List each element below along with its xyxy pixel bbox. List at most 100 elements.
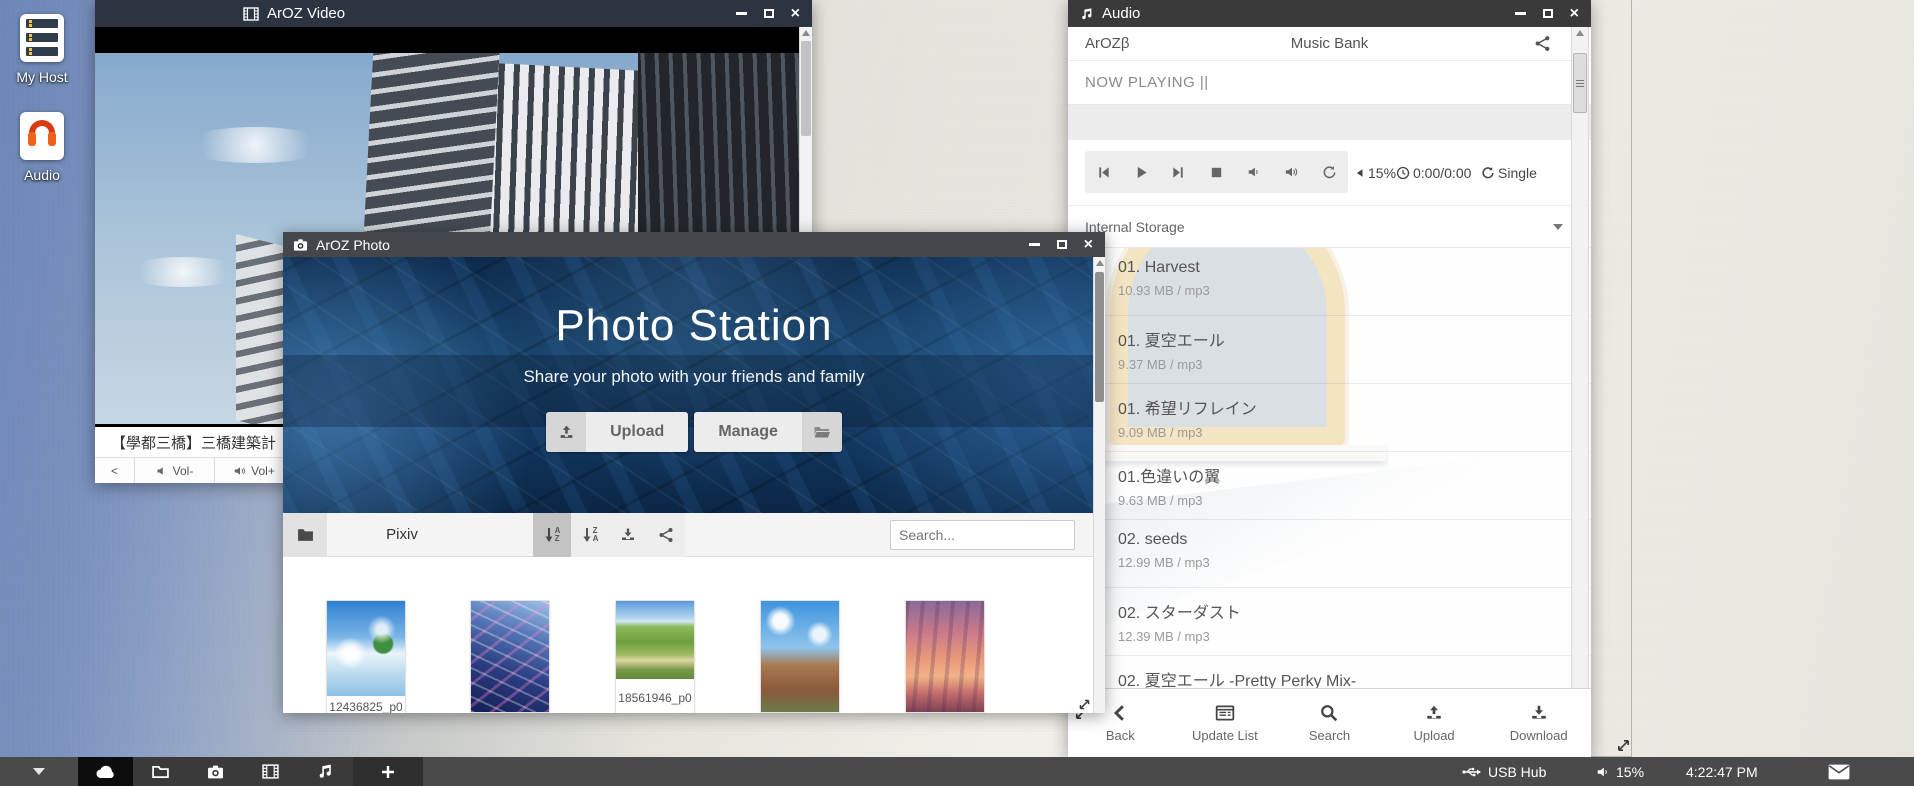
repeat-button[interactable] — [1310, 151, 1348, 193]
close-icon[interactable]: × — [791, 6, 800, 22]
page-title: Music Bank — [1068, 35, 1591, 52]
track-item[interactable]: 01. 夏空エール 9.37 MB / mp3 — [1068, 316, 1591, 384]
upload-button[interactable]: Upload — [1382, 689, 1487, 757]
desktop-icon-label: Audio — [6, 167, 78, 183]
taskbar-photo-button[interactable] — [188, 757, 243, 786]
manage-button[interactable]: Manage — [694, 412, 842, 452]
minimize-button[interactable] — [1029, 243, 1040, 246]
close-icon[interactable]: × — [1084, 237, 1093, 253]
music-note-icon — [317, 763, 334, 780]
track-item[interactable]: 01. Harvest 10.93 MB / mp3 — [1068, 248, 1591, 316]
share-button[interactable] — [647, 513, 685, 557]
video-back-button[interactable]: < — [95, 458, 135, 483]
scrollbar-thumb[interactable] — [1095, 272, 1104, 402]
desktop-icon-audio[interactable]: Audio — [6, 112, 78, 183]
sort-za-button[interactable]: ZA — [571, 513, 609, 557]
track-item[interactable]: 02. 夏空エール -Pretty Perky Mix- — [1068, 656, 1591, 688]
download-icon — [1530, 704, 1548, 722]
film-icon — [243, 6, 259, 22]
back-chevron: < — [111, 464, 118, 478]
search-input[interactable] — [891, 527, 1088, 543]
scroll-up-arrow[interactable] — [1096, 260, 1104, 266]
download-button[interactable] — [609, 513, 647, 557]
photo-thumbnail[interactable] — [760, 600, 840, 713]
track-item[interactable]: 02. スターダスト 12.39 MB / mp3 — [1068, 588, 1591, 656]
track-item[interactable]: 02. seeds 12.99 MB / mp3 — [1068, 520, 1591, 588]
audio-window-body: Audio × ArOZβ Music Bank NOW PLAYING || — [1068, 0, 1591, 757]
list-icon — [1215, 704, 1235, 722]
playback-controls: 15% 0:00/0:00 Single — [1068, 140, 1591, 205]
folder-icon — [151, 764, 170, 780]
minimize-button[interactable] — [1515, 12, 1526, 15]
storage-dropdown[interactable]: Internal Storage — [1068, 205, 1591, 248]
taskbar-video-button[interactable] — [243, 757, 298, 786]
now-playing-bar: NOW PLAYING || — [1068, 61, 1591, 105]
audio-window-titlebar[interactable]: Audio × — [1068, 0, 1591, 27]
sort-az-button[interactable]: AZ — [533, 513, 571, 557]
resize-handle[interactable] — [1616, 738, 1631, 753]
taskbar-files-button[interactable] — [133, 757, 188, 786]
speaker-low-icon — [1247, 165, 1261, 179]
volume-tray-item[interactable]: 15% — [1596, 757, 1644, 786]
taskbar-add-button[interactable] — [353, 757, 423, 786]
photo-thumbnail[interactable] — [470, 600, 550, 713]
speaker-triangle-icon — [1355, 168, 1365, 178]
play-button[interactable] — [1123, 151, 1161, 193]
usb-icon — [1462, 765, 1482, 779]
update-list-button[interactable]: Update List — [1173, 689, 1278, 757]
search-button[interactable]: Search — [1277, 689, 1382, 757]
launcher-segment — [78, 757, 423, 786]
photo-thumbnail[interactable]: 12436825_p0 — [326, 600, 406, 713]
share-icon[interactable] — [1534, 35, 1551, 52]
audio-window: Audio × ArOZβ Music Bank NOW PLAYING || — [1068, 0, 1632, 757]
volume-up-button[interactable] — [1273, 151, 1311, 193]
play-mode[interactable]: Single — [1481, 140, 1537, 205]
photo-thumbnail[interactable]: 18561946_p0 — [615, 600, 695, 713]
stop-button[interactable] — [1198, 151, 1236, 193]
photo-thumbnail[interactable] — [905, 600, 985, 713]
resize-handle[interactable] — [1078, 698, 1091, 711]
folder-button[interactable] — [283, 513, 327, 557]
photo-scrollbar[interactable] — [1093, 257, 1105, 713]
minimize-button[interactable] — [736, 12, 747, 15]
taskbar: USB Hub 15% 4:22:47 PM — [0, 757, 1914, 786]
taskbar-music-button[interactable] — [298, 757, 353, 786]
envelope-icon — [1828, 764, 1850, 780]
track-item[interactable]: 01.色違いの翼 9.63 MB / mp3 — [1068, 452, 1591, 520]
maximize-button[interactable] — [1057, 240, 1067, 249]
scrollbar-thumb[interactable] — [1573, 53, 1587, 113]
audio-scrollbar[interactable] — [1571, 27, 1589, 688]
film-icon — [262, 763, 279, 780]
photo-window: ArOZ Photo × Photo Station Share your ph… — [283, 232, 1105, 713]
search-icon — [1320, 704, 1338, 722]
scroll-up-arrow[interactable] — [802, 30, 810, 36]
close-icon[interactable]: × — [1570, 6, 1579, 22]
next-icon — [1171, 165, 1186, 180]
usb-tray-item[interactable]: USB Hub — [1462, 757, 1546, 786]
upload-icon — [546, 412, 586, 452]
thumbnail-image — [616, 601, 694, 679]
video-window-titlebar[interactable]: ArOZ Video × — [95, 0, 812, 27]
track-item[interactable]: 01. 希望リフレイン 9.09 MB / mp3 — [1068, 384, 1591, 452]
volume-down-button[interactable]: Vol- — [135, 458, 215, 483]
desktop: My Host Audio ArOZ Video × — [0, 0, 1914, 786]
upload-button[interactable]: Upload — [546, 412, 688, 452]
scroll-up-arrow[interactable] — [1576, 30, 1584, 36]
next-track-button[interactable] — [1160, 151, 1198, 193]
taskbar-expand-caret[interactable] — [0, 768, 78, 775]
transport-button-group — [1085, 151, 1348, 193]
cloud-art — [123, 257, 243, 287]
desktop-icon-myhost[interactable]: My Host — [6, 14, 78, 85]
photo-window-title: ArOZ Photo — [316, 237, 390, 253]
video-window-title: ArOZ Video — [267, 5, 345, 22]
photo-window-titlebar[interactable]: ArOZ Photo × — [283, 232, 1105, 257]
volume-down-button[interactable] — [1235, 151, 1273, 193]
download-button[interactable]: Download — [1486, 689, 1591, 757]
track-list: 01. Harvest 10.93 MB / mp3 01. 夏空エール 9.3… — [1068, 248, 1591, 688]
mail-tray-item[interactable] — [1828, 757, 1850, 786]
previous-track-button[interactable] — [1085, 151, 1123, 193]
scrollbar-thumb[interactable] — [801, 41, 811, 136]
maximize-button[interactable] — [764, 9, 774, 18]
taskbar-cloud-button[interactable] — [78, 757, 133, 786]
maximize-button[interactable] — [1543, 9, 1553, 18]
